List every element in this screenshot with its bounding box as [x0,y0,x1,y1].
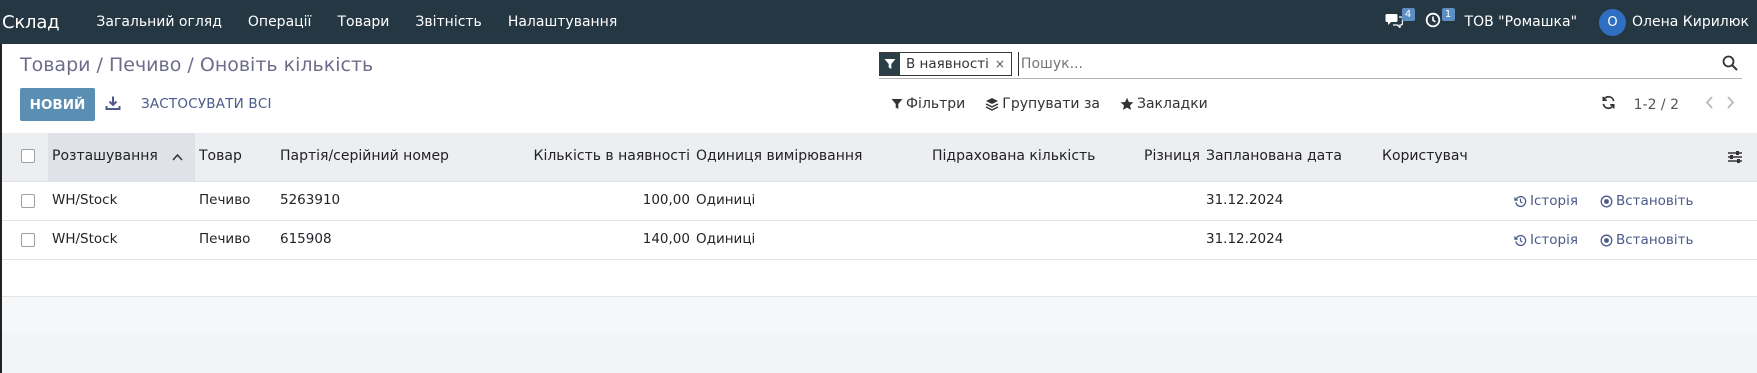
column-header-uom[interactable]: Одиниця вимірювання [696,148,862,164]
table-row[interactable]: WH/Stock Печиво 5263910 100,00 Одиниці 3… [2,182,1757,221]
cell-location: WH/Stock [52,192,118,208]
menu-products[interactable]: Товари [337,14,389,30]
row-checkbox[interactable] [21,194,35,208]
set-label: Встановіть [1616,193,1694,209]
download-icon[interactable] [105,95,121,111]
search-icon[interactable] [1722,55,1740,73]
history-label: Історія [1530,193,1578,209]
breadcrumb: Товари / Печиво / Оновіть кількість [20,54,373,76]
avatar[interactable]: О [1599,8,1627,36]
facet-label: В наявності [900,52,995,75]
empty-row [2,260,1757,297]
table-footer [2,297,1757,335]
target-icon [1600,234,1613,246]
column-header-location[interactable]: Розташування [52,148,158,164]
column-header-on-hand[interactable]: Кількість в наявності [522,148,691,164]
cell-scheduled-date: 31.12.2024 [1206,231,1284,247]
quants-table: Розташування Товар Партія/серійний номер… [2,133,1757,335]
column-header-user[interactable]: Користувач [1382,148,1468,164]
history-icon [1514,234,1527,246]
target-icon [1600,195,1613,207]
search-options: Фільтри Групувати за Закладки [891,96,1228,112]
messages-badge: 4 [1401,8,1415,21]
table-row[interactable]: WH/Stock Печиво 615908 140,00 Одиниці 31… [2,221,1757,260]
cell-on-hand: 100,00 [642,192,690,208]
cell-uom: Одиниці [696,192,756,208]
cell-product: Печиво [199,192,251,208]
user-menu[interactable]: Олена Кирилюк [1632,14,1749,30]
pager-value[interactable]: 1-2 / 2 [1634,97,1679,113]
history-icon [1514,195,1527,207]
history-button[interactable]: Історія [1514,193,1578,209]
chat-bubbles-icon [1385,12,1403,32]
search-facet: В наявності × [879,51,1012,76]
cell-scheduled-date: 31.12.2024 [1206,192,1284,208]
menu-operations[interactable]: Операції [248,14,312,30]
cell-lot: 615908 [280,231,332,247]
systray: 4 1 ТОВ "Ромашка" О Олена Кирилюк [1385,0,1749,44]
cell-on-hand: 140,00 [642,231,690,247]
search-bar: В наявності × [879,49,1742,79]
refresh-icon[interactable] [1601,95,1616,114]
breadcrumb-cookies[interactable]: Печиво [109,54,181,76]
column-header-product[interactable]: Товар [199,148,242,164]
star-icon [1120,97,1134,110]
breadcrumb-products[interactable]: Товари [20,54,90,76]
menu-overview[interactable]: Загальний огляд [96,14,221,30]
activities-badge: 1 [1441,8,1455,21]
top-navbar: Склад Загальний огляд Операції Товари Зв… [0,0,1757,44]
row-checkbox[interactable] [21,233,35,247]
page-title: Оновіть кількість [199,54,374,76]
cell-product: Печиво [199,231,251,247]
group-by-button[interactable]: Групувати за [985,96,1100,112]
cell-uom: Одиниці [696,231,756,247]
column-header-scheduled-date[interactable]: Запланована дата [1206,148,1342,164]
clock-icon [1425,12,1441,32]
menu-configuration[interactable]: Налаштування [508,14,617,30]
column-header-counted[interactable]: Підрахована кількість [932,148,1095,164]
set-button[interactable]: Встановіть [1600,232,1693,248]
pager: 1-2 / 2 [1601,95,1735,114]
filters-label: Фільтри [906,96,966,112]
menu-reporting[interactable]: Звітність [415,14,481,30]
set-button[interactable]: Встановіть [1600,193,1693,209]
company-switcher[interactable]: ТОВ "Ромашка" [1465,14,1578,30]
new-button[interactable]: НОВИЙ [20,88,95,121]
column-header-lot[interactable]: Партія/серійний номер [280,148,449,164]
favorites-button[interactable]: Закладки [1120,96,1208,112]
search-input[interactable] [1017,51,1718,76]
content-bottom [2,333,1757,373]
breadcrumb-separator: / [187,54,194,76]
history-button[interactable]: Історія [1514,232,1578,248]
sliders-icon[interactable] [1727,150,1743,168]
set-label: Встановіть [1616,232,1694,248]
favorites-label: Закладки [1137,96,1208,112]
facet-remove-button[interactable]: × [994,52,1011,75]
history-label: Історія [1530,232,1578,248]
cell-location: WH/Stock [52,231,118,247]
activities-button[interactable]: 1 [1425,0,1455,44]
layers-icon [985,98,999,111]
app-brand[interactable]: Склад [0,12,60,33]
column-header-difference[interactable]: Різниця [1112,148,1200,164]
chevron-left-icon [1705,96,1713,109]
table-header: Розташування Товар Партія/серійний номер… [2,133,1757,182]
filter-funnel-icon [880,52,900,75]
filters-button[interactable]: Фільтри [891,96,965,112]
pager-previous-button[interactable] [1705,96,1714,113]
breadcrumb-separator: / [96,54,103,76]
messages-button[interactable]: 4 [1385,0,1415,44]
group-by-label: Групувати за [1002,96,1100,112]
chevron-right-icon [1727,96,1735,109]
column-separator [194,133,195,182]
chevron-up-icon [172,149,183,165]
select-all-checkbox[interactable] [21,149,35,163]
pager-next-button[interactable] [1726,96,1735,113]
cell-lot: 5263910 [280,192,341,208]
funnel-icon [891,99,903,109]
apply-all-button[interactable]: ЗАСТОСУВАТИ ВСІ [141,96,272,112]
